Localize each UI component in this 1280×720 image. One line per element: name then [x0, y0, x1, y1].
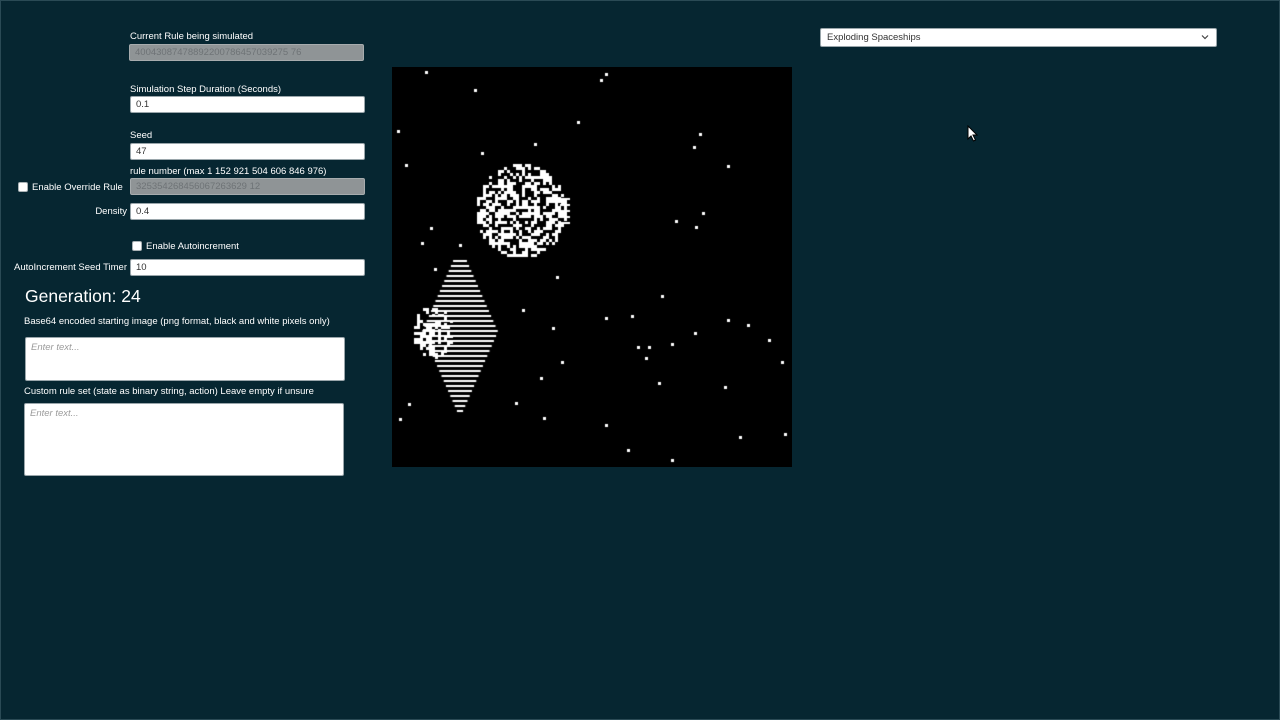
autoincrement-checkbox[interactable] — [132, 241, 142, 251]
step-duration-label: Simulation Step Duration (Seconds) — [130, 84, 282, 95]
autoincrement-timer-input[interactable] — [130, 259, 365, 276]
custom-rules-textarea[interactable] — [24, 403, 344, 476]
density-label: Density — [95, 206, 127, 217]
seed-input[interactable] — [130, 143, 365, 160]
step-duration-input[interactable] — [130, 96, 365, 113]
starting-image-label: Base64 encoded starting image (png forma… — [24, 316, 330, 327]
rule-number-label: rule number (max 1 152 921 504 606 846 9… — [130, 166, 327, 177]
preset-dropdown-value: Exploding Spaceships — [827, 32, 921, 43]
autoincrement-checkbox-label: Enable Autoincrement — [146, 241, 239, 252]
seed-label: Seed — [130, 130, 153, 141]
generation-counter: Generation: 24 — [25, 286, 141, 306]
mouse-cursor-icon — [967, 125, 979, 142]
chevron-down-icon — [1201, 35, 1209, 40]
override-rule-checkbox-label: Enable Override Rule — [32, 182, 123, 193]
rule-number-field — [130, 178, 365, 195]
simulation-canvas[interactable] — [392, 67, 792, 467]
custom-rules-label: Custom rule set (state as binary string,… — [24, 386, 314, 397]
current-rule-label: Current Rule being simulated — [130, 31, 254, 42]
preset-dropdown[interactable]: Exploding Spaceships — [820, 28, 1217, 47]
autoincrement-timer-label: AutoIncrement Seed Timer — [14, 262, 127, 273]
override-rule-checkbox[interactable] — [18, 182, 28, 192]
density-input[interactable] — [130, 203, 365, 220]
current-rule-field — [129, 44, 364, 61]
starting-image-textarea[interactable] — [25, 337, 345, 381]
